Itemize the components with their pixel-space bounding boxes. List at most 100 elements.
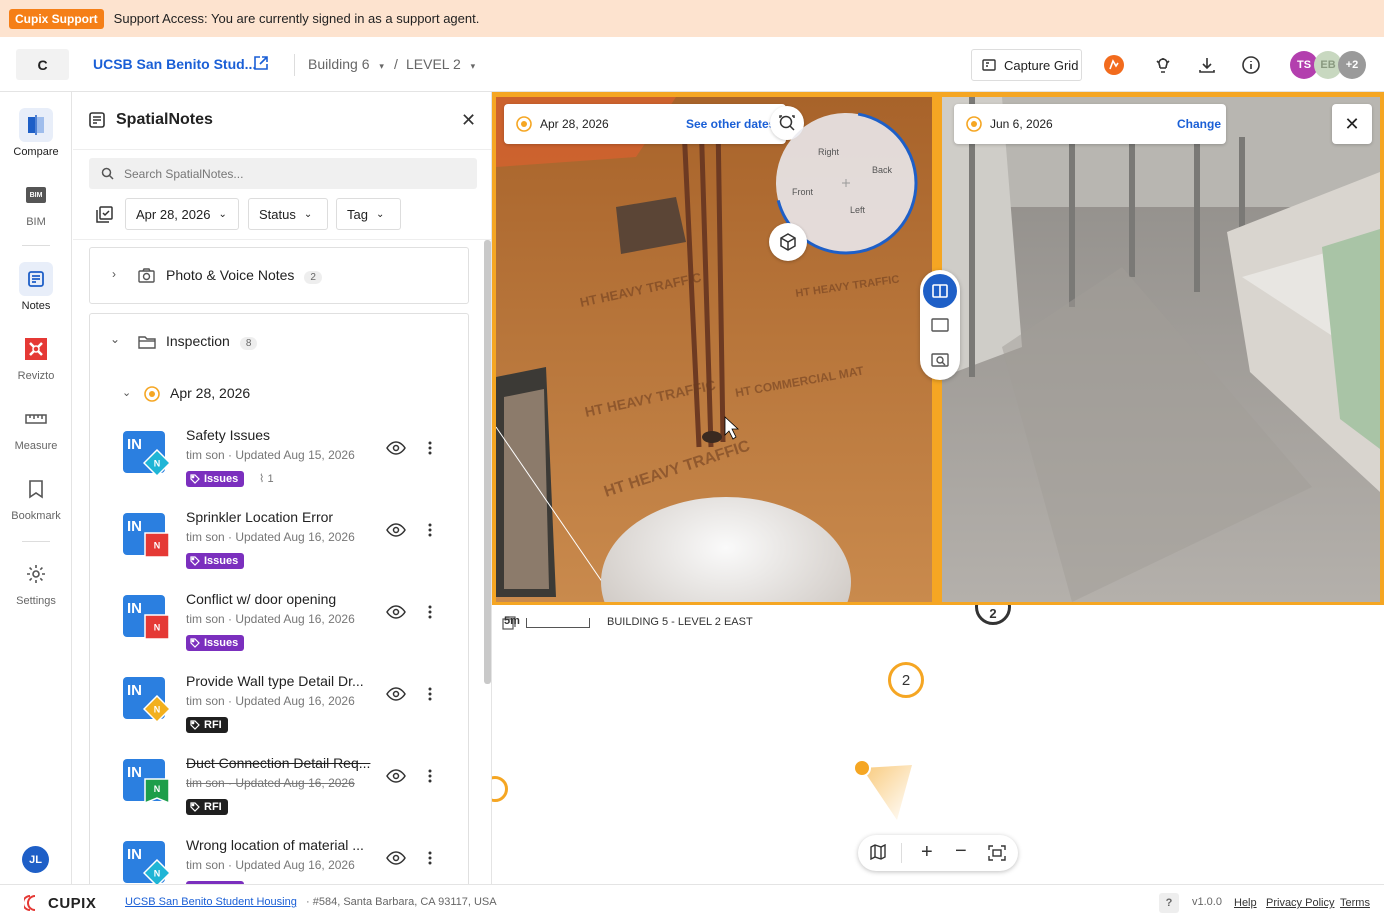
note-item[interactable]: IN N Sprinkler Location Error tim son · Upd…: [121, 509, 461, 591]
note-tag[interactable]: RFI: [186, 799, 228, 815]
note-item[interactable]: IN N Duct Connection Detail Req... tim son …: [121, 755, 461, 837]
tag-filter-dropdown[interactable]: Tag ⌄: [336, 198, 401, 230]
map-marker-top[interactable]: 2: [975, 605, 1011, 625]
user-avatar[interactable]: JL: [22, 846, 49, 873]
note-tag[interactable]: Issues: [186, 635, 245, 651]
close-compare-icon[interactable]: ✕: [1332, 104, 1372, 144]
external-link-icon[interactable]: [253, 55, 269, 74]
more-options-icon[interactable]: [428, 605, 432, 622]
nav-compare[interactable]: Compare: [0, 108, 72, 158]
note-title: Conflict w/ door opening: [186, 591, 337, 607]
single-view-icon[interactable]: [931, 318, 949, 335]
nav-label: BIM: [26, 216, 46, 228]
group-title[interactable]: Inspection 8: [166, 333, 258, 350]
privacy-link[interactable]: Privacy Policy: [1266, 897, 1334, 909]
note-status-icon: N: [143, 613, 171, 641]
map-floor-label: BUILDING 5 - LEVEL 2 EAST: [607, 616, 753, 628]
eye-icon[interactable]: [386, 605, 406, 622]
caret-down-icon: ▾: [379, 61, 384, 71]
select-all-checkbox-icon[interactable]: [96, 206, 113, 226]
map-view-icon[interactable]: [870, 843, 886, 863]
cube-view-icon[interactable]: [769, 223, 807, 261]
info-icon[interactable]: [1241, 55, 1261, 78]
map-marker-cluster[interactable]: 2: [888, 662, 924, 698]
notification-icon[interactable]: [1103, 54, 1125, 79]
eye-icon[interactable]: [386, 441, 406, 458]
note-status-icon: N: [143, 531, 171, 559]
note-item[interactable]: IN N Wrong location of material ... tim son…: [121, 837, 461, 884]
footer: CUPIX UCSB San Benito Student Housing · …: [0, 884, 1384, 920]
compare-viewer: HT HEAVY TRAFFIC HT HEAVY TRAFFIC HT HEA…: [492, 92, 1384, 605]
group-count: 8: [239, 337, 258, 350]
nav-label: Measure: [14, 440, 58, 452]
split-view-icon[interactable]: [923, 274, 957, 308]
lightbulb-icon[interactable]: [1153, 55, 1173, 78]
nav-measure[interactable]: Measure: [0, 402, 72, 452]
status-filter-dropdown[interactable]: Status ⌄: [248, 198, 328, 230]
nav-bookmark[interactable]: Bookmark: [0, 472, 72, 522]
bookmark-icon: [19, 472, 53, 506]
building-selector[interactable]: Building 6 ▾: [308, 56, 384, 72]
see-other-dates-link[interactable]: See other dates: [686, 117, 775, 131]
note-tag[interactable]: RFI: [186, 717, 228, 733]
camera-position-icon[interactable]: [852, 755, 922, 825]
eye-icon[interactable]: [386, 769, 406, 786]
capture-grid-button[interactable]: Capture Grid: [971, 49, 1082, 81]
note-tag[interactable]: Issues: [186, 553, 245, 569]
note-tag[interactable]: Issues: [186, 471, 245, 487]
overlay-view-icon[interactable]: [931, 353, 949, 370]
nav-bim[interactable]: BIM BIM: [0, 178, 72, 228]
more-options-icon[interactable]: [428, 769, 432, 786]
note-item[interactable]: IN N Provide Wall type Detail Dr... tim son…: [121, 673, 461, 755]
level-selector[interactable]: LEVEL 2 ▾: [406, 56, 475, 72]
eye-icon[interactable]: [386, 523, 406, 540]
terms-link[interactable]: Terms: [1340, 897, 1370, 909]
close-panel-icon[interactable]: ✕: [461, 111, 476, 129]
tag-icon: [190, 802, 200, 812]
avatar-more[interactable]: +2: [1338, 51, 1366, 79]
note-title: Safety Issues: [186, 427, 271, 443]
right-panorama[interactable]: [942, 97, 1380, 602]
chevron-down-icon[interactable]: ⌄: [122, 386, 131, 399]
tag-icon: [190, 556, 200, 566]
more-options-icon[interactable]: [428, 523, 432, 540]
compass-right: Right: [818, 147, 840, 157]
right-date: Jun 6, 2026: [990, 117, 1053, 131]
zoom-in-icon[interactable]: +: [921, 841, 933, 863]
help-link[interactable]: Help: [1234, 897, 1257, 909]
avatar-initials: +2: [1345, 59, 1359, 71]
more-options-icon[interactable]: [428, 851, 432, 868]
note-meta: tim son · Updated Aug 16, 2026: [186, 694, 355, 708]
workspace-logo-button[interactable]: C: [16, 49, 69, 80]
note-item[interactable]: IN N Safety Issues tim son · Updated Aug 15…: [121, 427, 461, 509]
panel-title: SpatialNotes: [116, 111, 213, 128]
change-date-link[interactable]: Change: [1177, 117, 1221, 131]
nav-settings[interactable]: Settings: [0, 557, 72, 607]
note-item[interactable]: IN N Conflict w/ door opening tim son · Upd…: [121, 591, 461, 673]
project-name-link[interactable]: UCSB San Benito Stud...: [93, 56, 256, 72]
panel-scrollbar[interactable]: [484, 240, 491, 684]
download-icon[interactable]: [1197, 55, 1217, 78]
map-marker-edge[interactable]: [492, 776, 508, 802]
fit-view-icon[interactable]: [988, 845, 1006, 864]
group-photo-voice-notes[interactable]: › Photo & Voice Notes 2: [89, 247, 469, 304]
more-options-icon[interactable]: [428, 441, 432, 458]
help-question-icon[interactable]: ?: [1159, 893, 1179, 913]
camera-icon: [138, 268, 155, 286]
date-filter-dropdown[interactable]: Apr 28, 2026 ⌄: [125, 198, 239, 230]
note-meta: tim son · Updated Aug 16, 2026: [186, 612, 355, 626]
more-options-icon[interactable]: [428, 687, 432, 704]
avatar-initials: EB: [1320, 59, 1336, 71]
eye-icon[interactable]: [386, 687, 406, 704]
svg-text:N: N: [154, 705, 161, 715]
zoom-out-icon[interactable]: −: [955, 840, 967, 862]
chevron-down-icon[interactable]: ⌄: [110, 332, 120, 346]
compass-left: Left: [850, 205, 866, 215]
floor-map[interactable]: 5m BUILDING 5 - LEVEL 2 EAST 2 2 + −: [492, 605, 1384, 884]
nav-notes[interactable]: Notes: [0, 262, 72, 312]
note-title: Wrong location of material ...: [186, 837, 364, 853]
nav-revizto[interactable]: Revizto: [0, 332, 72, 382]
eye-icon[interactable]: [386, 851, 406, 868]
footer-project-link[interactable]: UCSB San Benito Student Housing: [125, 896, 297, 908]
search-input[interactable]: [124, 166, 454, 181]
